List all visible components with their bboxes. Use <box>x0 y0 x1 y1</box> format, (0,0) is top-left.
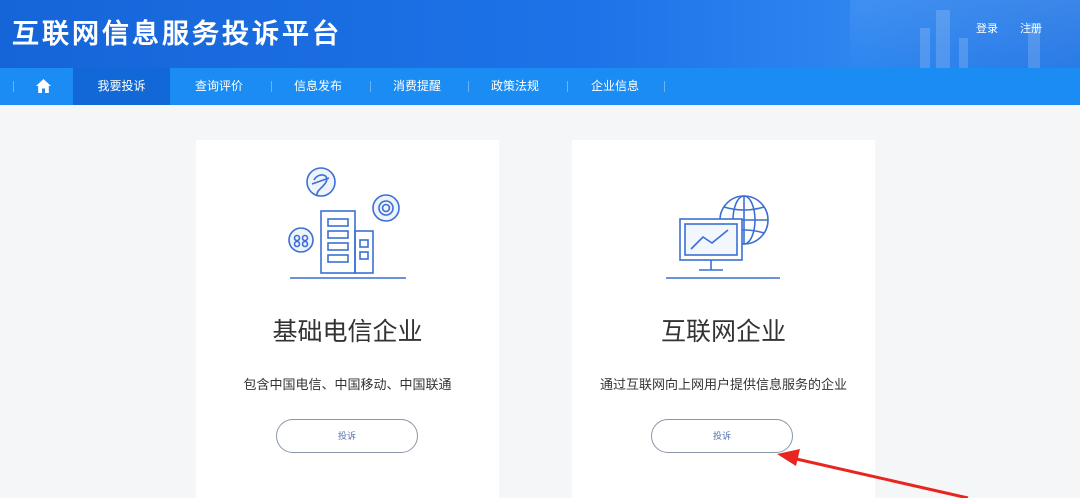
telecom-enterprise-card: 基础电信企业 包含中国电信、中国移动、中国联通 投诉 <box>196 140 499 498</box>
telecom-building-icon <box>288 167 406 279</box>
complaint-button[interactable]: 投诉 <box>651 419 793 453</box>
nav-separator <box>664 81 665 92</box>
internet-monitor-globe-icon <box>666 195 780 279</box>
skyline-decoration <box>936 10 950 68</box>
nav-item-query[interactable]: 查询评价 <box>180 68 258 105</box>
nav-item-publish[interactable]: 信息发布 <box>282 68 354 105</box>
card-description: 通过互联网向上网用户提供信息服务的企业 <box>599 378 847 393</box>
card-title: 基础电信企业 <box>272 317 423 346</box>
main-nav: 我要投诉 查询评价 信息发布 消费提醒 政策法规 企业信息 <box>0 68 1080 105</box>
nav-home[interactable] <box>20 68 66 105</box>
skyline-decoration <box>920 28 930 68</box>
nav-item-enterprise[interactable]: 企业信息 <box>578 68 652 105</box>
site-header: 互联网信息服务投诉平台 登录 注册 <box>0 0 1080 68</box>
nav-item-policy[interactable]: 政策法规 <box>478 68 552 105</box>
nav-item-complaint[interactable]: 我要投诉 <box>73 68 170 105</box>
nav-separator <box>468 81 469 92</box>
card-title: 互联网企业 <box>660 317 786 346</box>
login-link[interactable]: 登录 <box>976 20 998 36</box>
skyline-decoration <box>959 38 968 68</box>
card-description: 包含中国电信、中国移动、中国联通 <box>243 378 452 393</box>
nav-separator <box>370 81 371 92</box>
register-link[interactable]: 注册 <box>1020 20 1042 36</box>
nav-separator <box>13 81 14 92</box>
nav-item-alerts[interactable]: 消费提醒 <box>380 68 454 105</box>
nav-separator <box>271 81 272 92</box>
internet-enterprise-card: 互联网企业 通过互联网向上网用户提供信息服务的企业 投诉 <box>572 140 875 498</box>
home-icon <box>35 79 51 93</box>
nav-separator <box>567 81 568 92</box>
complaint-button[interactable]: 投诉 <box>276 419 418 453</box>
site-title: 互联网信息服务投诉平台 <box>12 19 342 50</box>
